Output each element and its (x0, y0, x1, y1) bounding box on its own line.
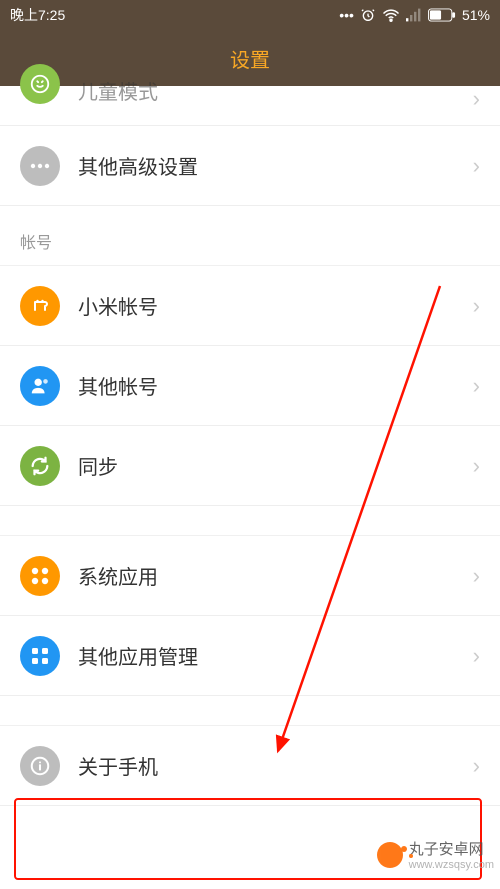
row-label: 儿童模式 (78, 76, 473, 105)
other-apps-icon (20, 636, 60, 676)
row-sync[interactable]: 同步 › (0, 426, 500, 506)
child-mode-icon (20, 64, 60, 104)
section-gap (0, 506, 500, 536)
chevron-right-icon: › (473, 753, 480, 779)
chevron-right-icon: › (473, 453, 480, 479)
row-label: 系统应用 (78, 561, 473, 590)
row-label: 同步 (78, 451, 473, 480)
row-label: 其他高级设置 (78, 151, 473, 180)
system-apps-icon (20, 556, 60, 596)
row-advanced-settings[interactable]: 其他高级设置 › (0, 126, 500, 206)
watermark-url: www.wzsqsy.com (409, 859, 494, 871)
sync-icon (20, 446, 60, 486)
row-system-apps[interactable]: 系统应用 › (0, 536, 500, 616)
more-icon: ••• (339, 7, 354, 23)
row-label: 其他帐号 (78, 371, 473, 400)
more-settings-icon (20, 146, 60, 186)
row-label: 其他应用管理 (78, 641, 473, 670)
row-child-mode[interactable]: 儿童模式 › (0, 86, 500, 126)
chevron-right-icon: › (473, 86, 480, 112)
other-accounts-icon (20, 366, 60, 406)
chevron-right-icon: › (473, 563, 480, 589)
watermark-icon (377, 842, 403, 868)
battery-icon (428, 8, 456, 22)
about-phone-icon (20, 746, 60, 786)
row-label: 关于手机 (78, 751, 473, 780)
row-other-apps[interactable]: 其他应用管理 › (0, 616, 500, 696)
watermark: 丸子安卓网 www.wzsqsy.com (377, 838, 494, 871)
section-header-account: 帐号 (0, 206, 500, 266)
row-label: 小米帐号 (78, 291, 473, 320)
chevron-right-icon: › (473, 643, 480, 669)
row-mi-account[interactable]: 小米帐号 › (0, 266, 500, 346)
section-gap (0, 696, 500, 726)
signal-icon (406, 8, 422, 22)
alarm-icon (360, 7, 376, 23)
mi-account-icon (20, 286, 60, 326)
battery-percent: 51% (462, 7, 490, 23)
chevron-right-icon: › (473, 293, 480, 319)
settings-list: 儿童模式 › 其他高级设置 › 帐号 小米帐号 › 其他帐号 › 同步 › (0, 86, 500, 889)
watermark-name: 丸子安卓网 (409, 841, 484, 858)
row-about-phone[interactable]: 关于手机 › (0, 726, 500, 806)
status-time: 晚上7:25 (10, 5, 65, 25)
chevron-right-icon: › (473, 373, 480, 399)
status-bar: 晚上7:25 ••• 51% (0, 0, 500, 30)
chevron-right-icon: › (473, 153, 480, 179)
page-title: 设置 (230, 44, 270, 73)
wifi-icon (382, 8, 400, 22)
row-other-accounts[interactable]: 其他帐号 › (0, 346, 500, 426)
